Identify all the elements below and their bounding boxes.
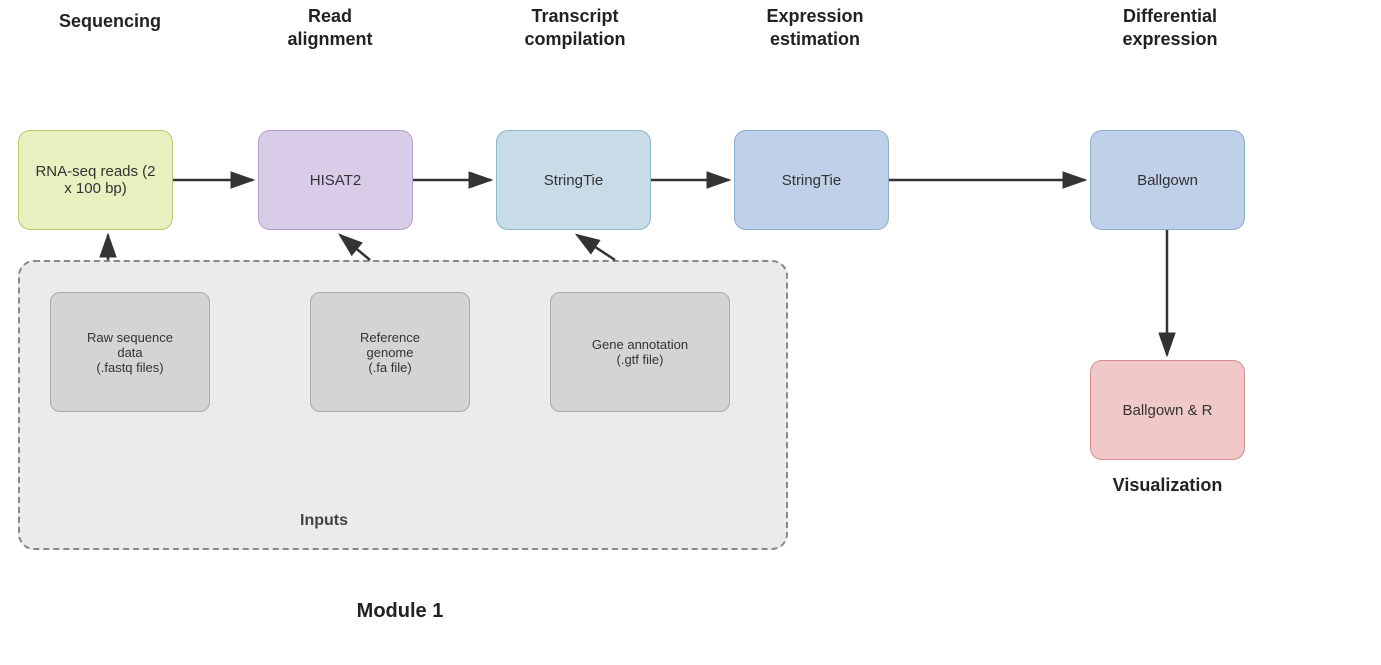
header-read-alignment: Readalignment (250, 5, 410, 52)
inputs-container: Raw sequencedata(.fastq files) Reference… (18, 260, 788, 550)
hisat2-box: HISAT2 (258, 130, 413, 230)
rnaseq-box: RNA-seq reads (2x 100 bp) (18, 130, 173, 230)
header-transcript-compilation: Transcriptcompilation (490, 5, 660, 52)
ballgown-box: Ballgown (1090, 130, 1245, 230)
stringtie2-box: StringTie (734, 130, 889, 230)
visualization-label: Visualization (1085, 475, 1250, 496)
header-expression-estimation: Expressionestimation (730, 5, 900, 52)
header-differential-expression: Differentialexpression (1080, 5, 1260, 52)
header-sequencing: Sequencing (30, 10, 190, 33)
ballgown-r-box: Ballgown & R (1090, 360, 1245, 460)
module-label: Module 1 (200, 600, 600, 623)
inputs-label: Inputs (300, 512, 348, 530)
stringtie1-box: StringTie (496, 130, 651, 230)
diagram: Sequencing Readalignment Transcriptcompi… (0, 0, 1381, 665)
raw-sequence-box: Raw sequencedata(.fastq files) (50, 292, 210, 412)
gene-annotation-box: Gene annotation(.gtf file) (550, 292, 730, 412)
reference-genome-box: Referencegenome(.fa file) (310, 292, 470, 412)
